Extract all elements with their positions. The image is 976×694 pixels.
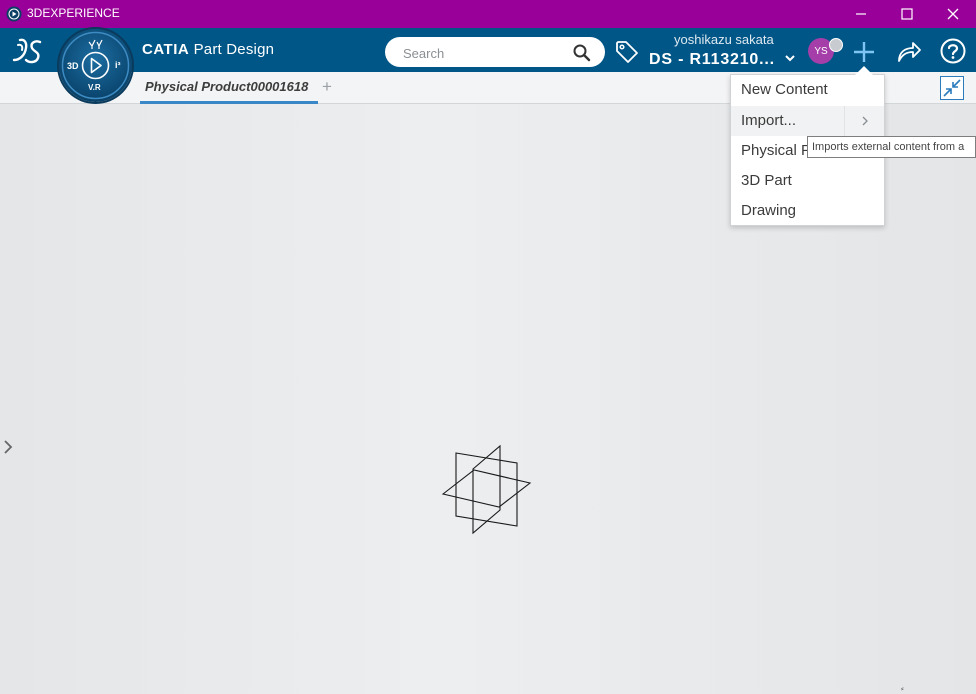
user-tenant-selector[interactable]: yoshikazu sakata DS - R113210... xyxy=(648,31,800,71)
user-name: yoshikazu sakata xyxy=(674,32,774,47)
search-box xyxy=(385,37,605,67)
add-content-button[interactable] xyxy=(850,38,878,66)
import-tooltip: Imports external content from a xyxy=(807,136,976,158)
compass-i-label: i³ xyxy=(115,60,121,70)
share-icon[interactable] xyxy=(894,38,922,66)
search-icon[interactable] xyxy=(572,43,592,63)
compass-vr-label: V.R xyxy=(88,83,101,92)
menu-item-label: Drawing xyxy=(741,202,797,219)
close-icon xyxy=(947,8,959,20)
maximize-icon xyxy=(901,8,913,20)
maximize-window-button[interactable] xyxy=(884,0,930,28)
submenu-arrow[interactable] xyxy=(844,106,885,136)
menu-item-label: Import... xyxy=(741,112,797,129)
tab-physical-product[interactable]: Physical Product00001618 xyxy=(140,72,318,104)
app-name: CATIA Part Design xyxy=(142,41,274,58)
menu-item-label: 3D Part xyxy=(741,172,792,189)
compass-widget[interactable]: 3D i³ V.R xyxy=(59,29,132,102)
window-titlebar: 3DEXPERIENCE xyxy=(0,0,976,28)
add-tab-button[interactable]: + xyxy=(322,77,332,97)
menu-item-new-content[interactable]: New Content xyxy=(731,75,884,105)
avatar-initials: YS xyxy=(814,45,828,57)
help-icon[interactable] xyxy=(939,37,967,65)
app-module: Part Design xyxy=(193,41,275,58)
window-title: 3DEXPERIENCE xyxy=(27,6,120,20)
minimize-icon xyxy=(856,13,866,15)
tab-label: Physical Product00001618 xyxy=(145,79,309,94)
collapse-arrows-icon xyxy=(943,79,961,97)
menu-item-import[interactable]: Import... xyxy=(731,106,884,136)
dassault-systemes-logo[interactable] xyxy=(10,36,46,66)
close-window-button[interactable] xyxy=(930,0,976,28)
search-input[interactable] xyxy=(401,44,565,62)
minimize-panel-button[interactable] xyxy=(940,76,964,100)
menu-item-label: Physical P xyxy=(741,142,812,159)
tooltip-text: Imports external content from a xyxy=(812,141,965,153)
chevron-down-icon xyxy=(785,55,795,62)
menu-item-drawing[interactable]: Drawing xyxy=(731,196,884,226)
chevron-right-icon xyxy=(862,116,868,126)
tenant-name: DS - R113210... xyxy=(649,51,775,68)
menu-caret xyxy=(855,66,873,75)
tag-icon[interactable] xyxy=(614,39,640,65)
compass-3d-label: 3D xyxy=(67,61,79,71)
compass-graphic: 3D i³ V.R xyxy=(61,31,130,100)
expand-side-panel-icon[interactable] xyxy=(2,439,14,455)
viewport-corner-mark: ⸗ xyxy=(901,684,904,693)
minimize-window-button[interactable] xyxy=(838,0,884,28)
reference-planes-axis[interactable] xyxy=(438,443,534,535)
menu-item-3d-part[interactable]: 3D Part xyxy=(731,166,884,196)
app-brand: CATIA xyxy=(142,41,190,58)
menu-item-label: New Content xyxy=(741,81,828,98)
presence-status-dot xyxy=(829,38,843,52)
3dexperience-app-icon xyxy=(6,6,22,22)
